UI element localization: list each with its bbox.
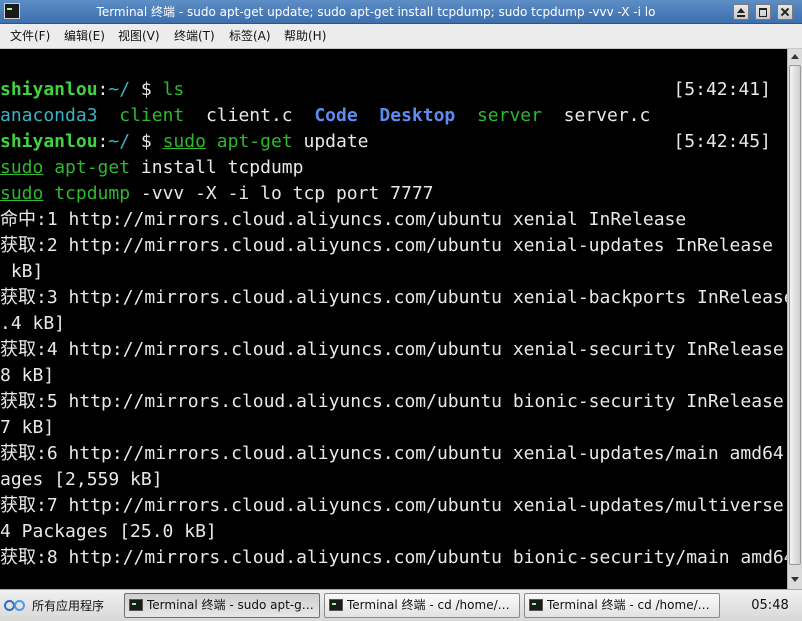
terminal-icon xyxy=(329,599,343,611)
prompt-timestamp: [5:42:45] xyxy=(673,131,771,152)
menu-file[interactable]: 文件(F) xyxy=(10,24,50,49)
ls-item-file: server.c xyxy=(563,105,651,126)
command-line-install: sudo apt-get install tcpdump xyxy=(0,155,787,181)
menu-edit[interactable]: 编辑(E) xyxy=(64,24,105,49)
scrollbar-thumb[interactable] xyxy=(789,65,801,565)
terminal-scrollbar[interactable] xyxy=(787,49,802,589)
ls-item-exec: client xyxy=(119,105,185,126)
output-line: 获取:3 http://mirrors.cloud.aliyuncs.com/u… xyxy=(0,287,787,308)
menu-help[interactable]: 帮助(H) xyxy=(284,24,326,49)
taskbar-window-2[interactable]: Terminal 终端 - cd /home/shiyanlou xyxy=(324,593,520,618)
prompt-dollar: $ xyxy=(130,131,163,152)
prompt-colon: : xyxy=(97,79,109,100)
command-args: -vvv -X -i lo tcp port 7777 xyxy=(130,183,434,204)
output-line: 获取:4 http://mirrors.cloud.aliyuncs.com/u… xyxy=(0,339,787,360)
output-line: 命中:1 http://mirrors.cloud.aliyuncs.com/u… xyxy=(0,209,687,230)
output-line: kB] xyxy=(0,261,44,282)
command-sudo: sudo xyxy=(162,131,206,152)
command-args: update xyxy=(292,131,369,152)
terminal-icon xyxy=(529,599,543,611)
taskbar-window-label: Terminal 终端 - cd /home/shiyanlou xyxy=(547,598,715,612)
window-title: Terminal 终端 - sudo apt-get update; sudo … xyxy=(96,5,656,19)
title-bar: Terminal 终端 - sudo apt-get update; sudo … xyxy=(0,0,802,24)
output-line: 获取:7 http://mirrors.cloud.aliyuncs.com/u… xyxy=(0,495,787,516)
ls-item-exec: server xyxy=(476,105,542,126)
output-line: ages [2,559 kB] xyxy=(0,469,163,490)
output-line: 4 Packages [25.0 kB] xyxy=(0,521,217,542)
menu-tabs[interactable]: 标签(A) xyxy=(229,24,271,49)
ls-item-dir: anaconda3 xyxy=(0,105,98,126)
prompt-line-ls: shiyanlou:~/ $ ls [5:42:41] xyxy=(0,77,787,103)
output-line: 8 kB] xyxy=(0,365,55,386)
taskbar: 所有应用程序 Terminal 终端 - sudo apt-get update… xyxy=(0,589,802,621)
close-icon[interactable] xyxy=(777,4,793,20)
applications-label: 所有应用程序 xyxy=(32,599,105,613)
output-line: 获取:6 http://mirrors.cloud.aliyuncs.com/u… xyxy=(0,443,787,464)
scroll-down-icon[interactable] xyxy=(789,573,801,587)
prompt-timestamp: [5:42:41] xyxy=(673,79,771,100)
output-line: 获取:5 http://mirrors.cloud.aliyuncs.com/u… xyxy=(0,391,787,412)
command-tcpdump: tcpdump xyxy=(54,183,131,204)
prompt-path: ~/ xyxy=(108,131,131,152)
prompt-colon: : xyxy=(97,131,109,152)
terminal-app-icon[interactable] xyxy=(4,3,20,19)
output-line: .4 kB] xyxy=(0,313,66,334)
command-ls: ls xyxy=(162,79,185,100)
terminal-icon xyxy=(129,599,143,611)
command-sudo: sudo xyxy=(0,183,44,204)
ls-item-file: client.c xyxy=(205,105,293,126)
clock[interactable]: 05:48 xyxy=(738,590,802,621)
command-args: install tcpdump xyxy=(130,157,304,178)
menu-terminal[interactable]: 终端(T) xyxy=(174,24,215,49)
command-line-tcpdump: sudo tcpdump -vvv -X -i lo tcp port 7777 xyxy=(0,181,787,207)
prompt-user: shiyanlou xyxy=(0,79,98,100)
output-line: 获取:2 http://mirrors.cloud.aliyuncs.com/u… xyxy=(0,235,787,256)
ls-output-line: anaconda3 client client.c Code Desktop s… xyxy=(0,103,787,129)
menu-bar: 文件(F) 编辑(E) 视图(V) 终端(T) 标签(A) 帮助(H) xyxy=(0,24,802,49)
minimize-icon[interactable] xyxy=(733,4,749,20)
applications-menu-button[interactable]: 所有应用程序 xyxy=(4,594,104,618)
command-sudo: sudo xyxy=(0,157,44,178)
maximize-icon[interactable] xyxy=(755,4,771,20)
ls-item-dir: Desktop xyxy=(379,105,456,126)
ls-item-dir: Code xyxy=(314,105,358,126)
prompt-user: shiyanlou xyxy=(0,131,98,152)
prompt-line-update: shiyanlou:~/ $ sudo apt-get update [5:42:… xyxy=(0,129,787,155)
command-apt-get: apt-get xyxy=(216,131,293,152)
terminal-output[interactable]: shiyanlou:~/ $ ls [5:42:41] anaconda3 cli… xyxy=(0,49,787,589)
taskbar-window-label: Terminal 终端 - cd /home/shiyanlou xyxy=(347,598,515,612)
prompt-dollar: $ xyxy=(130,79,163,100)
output-line: 7 kB] xyxy=(0,417,55,438)
taskbar-window-1[interactable]: Terminal 终端 - sudo apt-get update; sudo … xyxy=(124,593,320,618)
prompt-path: ~/ xyxy=(108,79,131,100)
command-apt-get: apt-get xyxy=(54,157,131,178)
applications-icon xyxy=(4,598,28,614)
taskbar-window-3[interactable]: Terminal 终端 - cd /home/shiyanlou xyxy=(524,593,720,618)
scroll-up-icon[interactable] xyxy=(789,50,801,64)
output-line: 获取:8 http://mirrors.cloud.aliyuncs.com/u… xyxy=(0,547,787,568)
taskbar-window-label: Terminal 终端 - sudo apt-get update; sudo … xyxy=(147,598,315,612)
menu-view[interactable]: 视图(V) xyxy=(118,24,160,49)
